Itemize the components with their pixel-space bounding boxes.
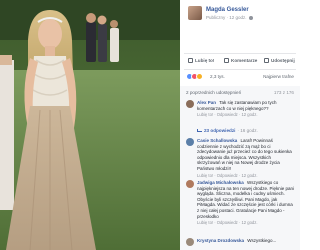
reply-arrow-icon <box>197 129 202 132</box>
comment-body: Jadwiga Michałowska Wszystkiego co najpi… <box>197 180 295 226</box>
commenter-avatar[interactable] <box>186 238 194 246</box>
reaction-icons[interactable] <box>186 73 203 80</box>
comment-sort-dropdown[interactable]: Najpierw trafne <box>263 74 294 79</box>
author-name[interactable]: Magda Gessler <box>206 7 249 13</box>
share-icon <box>264 58 269 63</box>
commenter-name[interactable]: Krystyna Drozdowska <box>197 238 244 243</box>
comment-counter: 173 z 176 <box>273 90 294 95</box>
comment-links[interactable]: Lubię to! · Odpowiedz · 12 godz. <box>197 112 295 118</box>
comment-item: Krystyna Drozdowska Wszystkiego... <box>186 238 296 250</box>
divider <box>184 53 296 54</box>
wow-reaction-icon <box>196 73 203 80</box>
comment-item: Alex Pan Tak się zastanawiam po tych kom… <box>186 100 296 118</box>
comment-item: Casie Schallowska Laraf! Powinnaś codzie… <box>186 138 296 178</box>
share-button[interactable]: Udostępnij <box>264 58 295 63</box>
globe-icon <box>248 15 253 20</box>
post-time[interactable]: 12 godz. <box>229 15 246 20</box>
share-label: Udostępnij <box>271 58 295 63</box>
commenter-avatar[interactable] <box>186 138 194 146</box>
comment-body: Krystyna Drozdowska Wszystkiego... <box>197 238 295 244</box>
reaction-count[interactable]: 2,3 tys. <box>210 74 225 79</box>
comment-text: Wszystkiego co najpiękniejsza na ten now… <box>197 180 295 219</box>
comment-button[interactable]: Komentarze <box>224 58 257 63</box>
commenter-name[interactable]: Alex Pan <box>197 100 216 105</box>
comment-item: Jadwiga Michałowska Wszystkiego co najpi… <box>186 180 296 228</box>
photo-viewer[interactable] <box>0 0 180 250</box>
commenter-avatar[interactable] <box>186 100 194 108</box>
replies-label: 23 odpowiedzi <box>204 128 236 133</box>
replies-meta: · 16 godz. <box>237 128 258 133</box>
post-privacy: Publiczny <box>206 15 226 20</box>
comment-body: Casie Schallowska Laraf! Powinnaś codzie… <box>197 138 295 178</box>
comment-icon <box>224 58 229 63</box>
commenter-name[interactable]: Casie Schallowska <box>197 138 237 143</box>
post-photo <box>0 0 180 250</box>
comment-text: Laraf! Powinnaś codziennie z wychodzić z… <box>197 138 292 171</box>
view-replies-link[interactable]: 23 odpowiedzi · 16 godz. <box>197 128 258 133</box>
commenter-avatar[interactable] <box>186 180 194 188</box>
divider <box>184 69 296 70</box>
post-meta: Publiczny · 12 godz. <box>206 15 253 20</box>
commenter-name[interactable]: Jadwiga Michałowska <box>197 180 244 185</box>
post-side-panel: Magda Gessler Publiczny · 12 godz. Lubię… <box>180 0 300 250</box>
like-label: Lubię to! <box>195 58 215 63</box>
post-header: Magda Gessler Publiczny · 12 godz. <box>180 0 300 22</box>
author-avatar[interactable] <box>188 6 202 20</box>
previous-comments-link[interactable]: 2 poprzednich udostępnień <box>186 90 241 95</box>
reactions-bar: 2,3 tys. Najpierw trafne <box>180 72 300 82</box>
comment-body: Alex Pan Tak się zastanawiam po tych kom… <box>197 100 295 118</box>
comment-links[interactable]: Lubię to! · Odpowiedz · 12 godz. <box>197 220 295 226</box>
comment-label: Komentarze <box>231 58 258 63</box>
like-button[interactable]: Lubię to! <box>188 58 214 63</box>
thumbs-up-icon <box>188 58 193 63</box>
post-actions: Lubię to! Komentarze Udostępnij <box>180 56 300 68</box>
comments-section: 2 poprzednich udostępnień 173 z 176 Alex… <box>180 86 300 250</box>
comment-links[interactable]: Lubię to! · Odpowiedz · 12 godz. <box>197 173 295 179</box>
comment-text: Wszystkiego... <box>247 238 277 243</box>
